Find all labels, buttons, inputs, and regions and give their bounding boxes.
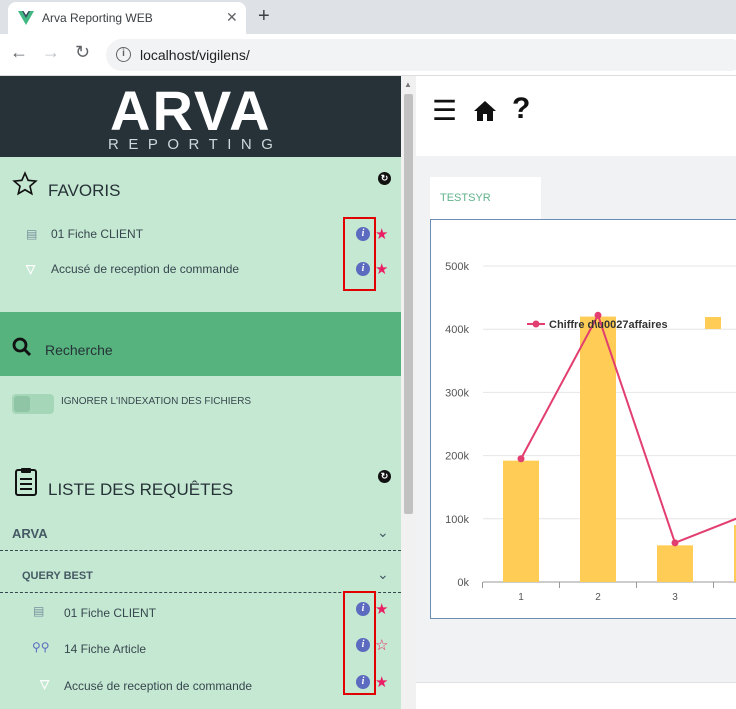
bar	[657, 545, 693, 582]
star-outline-icon[interactable]: ☆	[375, 638, 388, 653]
legend-bar-swatch	[705, 317, 721, 329]
x-tick-label: 1	[518, 592, 524, 603]
list-item-label: Accusé de reception de commande	[64, 679, 253, 693]
help-icon[interactable]: ?	[512, 92, 530, 126]
logo: ARVA	[110, 79, 272, 142]
logo-subtitle: REPORTING	[108, 136, 283, 153]
divider	[0, 592, 401, 593]
favoris-title: FAVORIS	[48, 181, 121, 200]
scroll-up-icon[interactable]: ▲	[404, 80, 412, 89]
card-icon: ▤	[26, 227, 38, 241]
sidebar: ARVA REPORTING FAVORIS ↻ ▤ 01 Fiche CLIE…	[0, 76, 401, 709]
toggle-knob	[14, 396, 30, 412]
forward-icon[interactable]: →	[42, 42, 60, 63]
v-icon: ▽	[26, 262, 36, 276]
star-outline-icon	[12, 171, 38, 196]
close-tab-icon[interactable]: ✕	[226, 9, 238, 26]
search-icon	[12, 337, 32, 357]
refresh-favoris-icon[interactable]: ↻	[378, 172, 391, 185]
y-tick-label: 400k	[445, 324, 469, 336]
toggle-label: IGNORER L'INDEXATION DES FICHIERS	[61, 396, 252, 407]
line-point	[671, 539, 679, 547]
line-point	[517, 455, 525, 463]
favoris-item-label: Accusé de reception de commande	[51, 262, 240, 276]
bar	[503, 460, 539, 582]
site-info-icon[interactable]: i	[116, 47, 131, 62]
chevron-down-icon[interactable]: ⌄	[377, 566, 389, 583]
main-toolbar: ☰ ?	[416, 76, 736, 156]
bottom-strip	[416, 682, 736, 709]
back-icon[interactable]: ←	[10, 42, 28, 63]
clipboard-icon	[15, 468, 37, 496]
chevron-down-icon[interactable]: ⌄	[377, 524, 389, 541]
y-tick-label: 300k	[445, 387, 469, 399]
legend-line-marker	[532, 320, 540, 328]
browser-tab-strip: Arva Reporting WEB ✕ +	[0, 0, 736, 34]
menu-icon[interactable]: ☰	[432, 94, 457, 127]
logo-header: ARVA REPORTING	[0, 76, 401, 157]
divider	[0, 550, 401, 551]
star-filled-icon[interactable]: ★	[375, 602, 388, 617]
y-tick-label: 200k	[445, 451, 469, 463]
card-icon: ▤	[33, 604, 45, 618]
address-bar[interactable]: i localhost/vigilens/	[106, 39, 736, 71]
tab-title: Arva Reporting WEB	[42, 11, 153, 25]
line-point	[594, 311, 602, 319]
series-line	[520, 312, 736, 545]
browser-toolbar: ← → ↻ i localhost/vigilens/	[0, 34, 736, 76]
reload-icon[interactable]: ↻	[75, 42, 90, 63]
chart-svg: 0k100k200k300k400k500k1234Chiffre d\u002…	[445, 261, 736, 603]
tab-testsyr[interactable]: TESTSYR	[430, 177, 541, 219]
vue-favicon-icon	[18, 11, 34, 25]
x-tick-label: 3	[672, 592, 678, 603]
highlight-box	[343, 217, 376, 291]
ignore-index-toggle[interactable]	[12, 394, 54, 414]
recherche-label: Recherche	[45, 342, 113, 358]
star-filled-icon[interactable]: ★	[375, 262, 388, 277]
star-filled-icon[interactable]: ★	[375, 675, 388, 690]
home-icon[interactable]	[473, 99, 497, 123]
favoris-item-label: 01 Fiche CLIENT	[51, 227, 144, 241]
y-tick-label: 100k	[445, 514, 469, 526]
group-label: ARVA	[12, 526, 48, 541]
list-item-label: 14 Fiche Article	[64, 642, 147, 656]
star-filled-icon[interactable]: ★	[375, 227, 388, 242]
v-icon: ▽	[40, 677, 50, 691]
refresh-liste-icon[interactable]: ↻	[378, 470, 391, 483]
url-text: localhost/vigilens/	[140, 47, 250, 63]
list-item-label: 01 Fiche CLIENT	[64, 606, 157, 620]
main-area: ☰ ? TESTSYR 0k100k200k300k400k500k1234Ch…	[416, 76, 736, 709]
highlight-box	[343, 591, 376, 695]
scroll-thumb[interactable]	[404, 94, 413, 514]
legend-label: Chiffre d\u0027affaires	[549, 319, 668, 331]
chart-panel: 0k100k200k300k400k500k1234Chiffre d\u002…	[430, 219, 736, 619]
browser-tab[interactable]: Arva Reporting WEB ✕	[8, 2, 246, 34]
bike-icon: ⚲⚲	[32, 640, 50, 654]
y-tick-label: 0k	[457, 577, 469, 589]
tab-label: TESTSYR	[440, 192, 491, 204]
new-tab-button[interactable]: +	[258, 5, 270, 28]
liste-title: LISTE DES REQUÊTES	[48, 480, 234, 499]
subgroup-label: QUERY BEST	[22, 570, 93, 582]
y-tick-label: 500k	[445, 261, 469, 273]
search-bar[interactable]: Recherche	[0, 312, 401, 376]
bar	[580, 316, 616, 582]
x-tick-label: 2	[595, 592, 601, 603]
sidebar-scrollbar[interactable]: ▲	[401, 76, 416, 709]
